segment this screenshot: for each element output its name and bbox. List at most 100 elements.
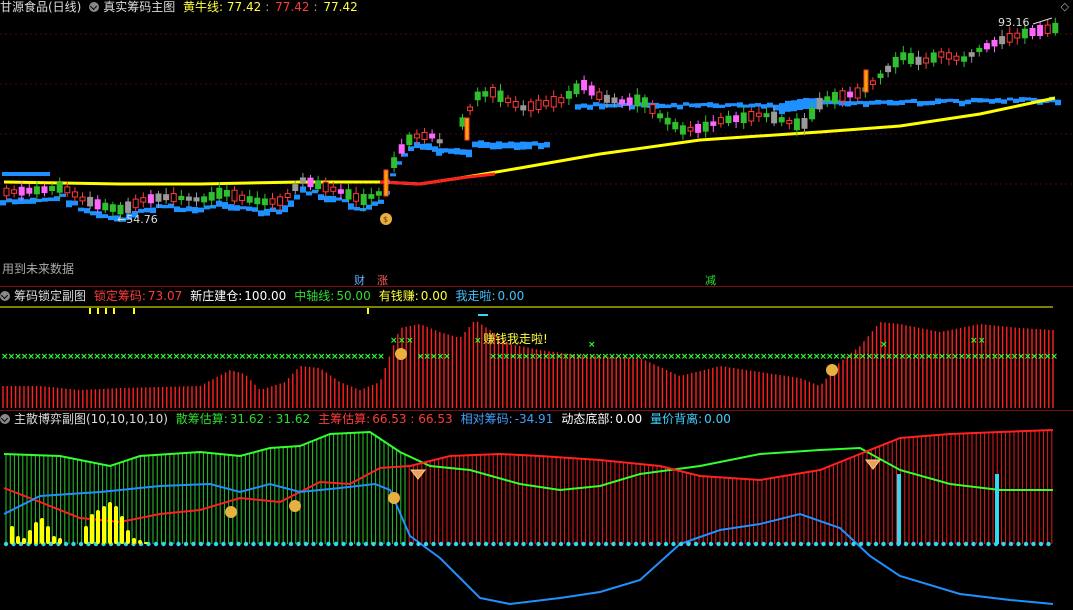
chip-band-segment: [526, 141, 532, 150]
chip-band-segment: [294, 194, 300, 200]
candle-body: [345, 189, 352, 200]
chip-band-segment: [1025, 97, 1031, 101]
main-indicator-name[interactable]: 真实筹码主图: [103, 0, 175, 14]
chip-band-segment: [707, 102, 713, 108]
baseline-dot: [558, 541, 564, 547]
candle-body: [406, 134, 413, 146]
baseline-dot: [198, 541, 204, 547]
candle-body: [429, 133, 436, 139]
chip-band-segment: [587, 104, 593, 110]
chip-band-segment: [318, 194, 324, 201]
panel2-toggle-icon[interactable]: [0, 414, 10, 424]
candle-body: [170, 193, 177, 203]
chip-band-segment: [881, 100, 887, 104]
money-bag-icon: [826, 364, 838, 376]
candle-body: [892, 56, 899, 68]
chip-band-segment: [102, 214, 108, 219]
chip-band-segment: [713, 103, 719, 109]
stock-title[interactable]: 甘源食品(日线): [0, 0, 81, 14]
candle-body: [132, 198, 139, 209]
chip-band-segment: [222, 202, 228, 209]
chip-band-segment: [54, 196, 60, 202]
chip-lock-chart[interactable]: × × × × × × × × × × × × × × × × × × × × × × × × × × × × × × × × × × × × × × × ×…: [0, 290, 1073, 410]
candle-body: [505, 97, 512, 104]
baseline-dot: [168, 541, 174, 547]
baseline-dot: [933, 541, 939, 547]
chip-band-segment: [78, 207, 84, 212]
candle-body: [695, 124, 702, 133]
baseline-dot: [378, 541, 384, 547]
baseline-dot: [843, 541, 849, 547]
baseline-dot: [648, 541, 654, 547]
chip-band-segment: [731, 103, 737, 107]
indicator-toggle-icon[interactable]: [89, 2, 100, 12]
baseline-dot: [408, 541, 414, 547]
main-retail-game-chart[interactable]: [0, 426, 1073, 610]
volume-bar: [28, 530, 32, 544]
baseline-dot: [3, 541, 9, 547]
candle-body: [185, 196, 192, 201]
chip-band-segment: [240, 206, 246, 210]
baseline-dot: [956, 541, 961, 547]
baseline-dot: [423, 541, 429, 547]
high-price-label: 93.16: [998, 16, 1030, 29]
panel2-field-label-4: 量价背离:: [650, 412, 703, 426]
candle-body: [573, 83, 580, 95]
chip-band-segment: [665, 104, 671, 109]
baseline-dot: [678, 541, 684, 547]
panel2-name[interactable]: 主散博弈副图(10,10,10,10): [14, 412, 168, 426]
baseline-dot: [1038, 541, 1044, 547]
chip-band-segment: [767, 102, 773, 108]
volume-bar: [22, 538, 26, 544]
chip-band-segment: [216, 200, 222, 207]
baseline-dot: [363, 541, 369, 547]
main-candlestick-chart[interactable]: $: [0, 14, 1073, 284]
signal-tick-blue: [478, 314, 488, 316]
axis-marker: ×: [443, 352, 451, 362]
candle-body: [49, 186, 56, 192]
baseline-dot: [873, 541, 879, 547]
baseline-dot: [386, 541, 391, 547]
candle-body: [771, 111, 778, 124]
chip-band-segment: [460, 149, 466, 155]
chip-band-segment: [581, 103, 587, 108]
candle-body: [649, 104, 656, 114]
chip-band-segment: [162, 204, 168, 209]
chip-band-segment: [324, 195, 330, 203]
candle-body: [3, 187, 10, 197]
candle-body: [512, 101, 519, 108]
panel2-header: 主散博弈副图(10,10,10,10) 散筹估算: 31.62 : 31.62 主筹…: [0, 412, 743, 426]
baseline-dot: [663, 541, 669, 547]
chip-band-segment: [96, 211, 102, 219]
chip-band-segment: [60, 193, 66, 197]
candle-body: [938, 51, 945, 58]
signal-marker: ×: [474, 336, 482, 346]
chip-band-segment: [887, 99, 893, 106]
chip-band-segment: [300, 186, 306, 193]
baseline-dot: [588, 541, 594, 547]
baseline-dot: [978, 541, 984, 547]
chip-band-segment: [144, 207, 150, 213]
chip-band-segment: [785, 100, 791, 112]
chip-band-segment: [677, 104, 683, 110]
low-price-label: ←54.76: [117, 213, 158, 226]
baseline-dot: [776, 541, 781, 547]
baseline-dot: [326, 541, 331, 547]
candle-body: [831, 91, 838, 104]
diamond-icon[interactable]: ◇: [1061, 0, 1069, 13]
chip-band-segment: [959, 100, 965, 107]
volume-bar: [108, 502, 112, 544]
candle-body: [854, 87, 861, 99]
money-bag-icon: [225, 506, 237, 518]
volume-bar: [90, 514, 94, 544]
volume-bar: [126, 530, 130, 544]
candle-body: [147, 194, 154, 204]
candle-body: [619, 99, 626, 105]
candle-body: [26, 187, 33, 194]
candle-body: [299, 177, 306, 183]
chip-band-segment: [514, 142, 520, 151]
baseline-dot: [603, 541, 609, 547]
candle-body: [413, 133, 420, 139]
baseline-dot: [738, 541, 744, 547]
candle-body: [847, 91, 854, 98]
